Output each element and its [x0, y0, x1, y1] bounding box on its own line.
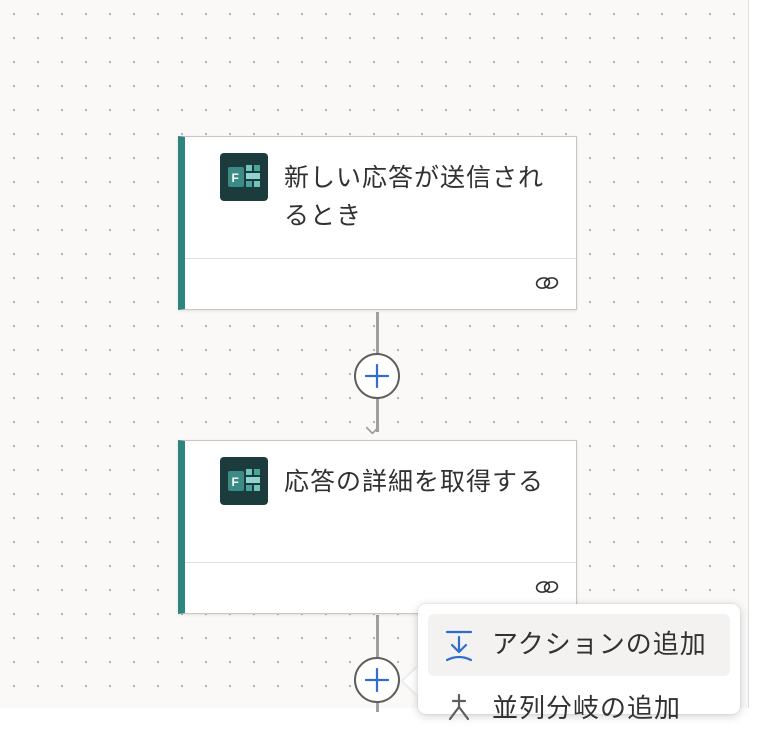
- flow-canvas[interactable]: F 新しい応答が送信されるとき F 応答の詳細を取得する: [0, 0, 748, 712]
- flow-step-card-action[interactable]: F 応答の詳細を取得する: [178, 440, 577, 614]
- arrow-down-icon: [366, 426, 380, 435]
- menu-item-label: アクションの追加: [492, 630, 707, 660]
- menu-item-label: 並列分岐の追加: [492, 694, 682, 724]
- svg-text:F: F: [232, 475, 239, 489]
- connector-line-3: [376, 615, 379, 657]
- add-action-icon: [445, 630, 473, 662]
- plus-icon: [365, 668, 389, 692]
- right-panel-edge: [748, 0, 764, 708]
- add-parallel-branch-icon: [448, 693, 470, 721]
- link-icon[interactable]: [534, 577, 560, 597]
- card-divider: [185, 562, 576, 563]
- connector-line-1: [376, 312, 379, 354]
- step-title: 新しい応答が送信されるとき: [284, 163, 545, 230]
- popup-beak: [403, 666, 419, 696]
- insert-step-button[interactable]: [354, 353, 400, 399]
- add-parallel-branch-menu-item[interactable]: 並列分岐の追加: [428, 678, 730, 740]
- microsoft-forms-icon: F: [220, 457, 268, 505]
- flow-step-card-trigger[interactable]: F 新しい応答が送信されるとき: [178, 136, 577, 310]
- add-action-menu-item[interactable]: アクションの追加: [428, 614, 730, 676]
- connector-line-4: [376, 702, 379, 712]
- card-divider: [185, 258, 576, 259]
- link-icon[interactable]: [534, 273, 560, 293]
- add-step-menu: アクションの追加 並列分岐の追加: [418, 604, 740, 724]
- plus-icon: [365, 364, 389, 388]
- step-title: 応答の詳細を取得する: [284, 467, 545, 496]
- microsoft-forms-icon: F: [220, 153, 268, 201]
- insert-step-button[interactable]: [354, 657, 400, 703]
- svg-text:F: F: [232, 171, 239, 185]
